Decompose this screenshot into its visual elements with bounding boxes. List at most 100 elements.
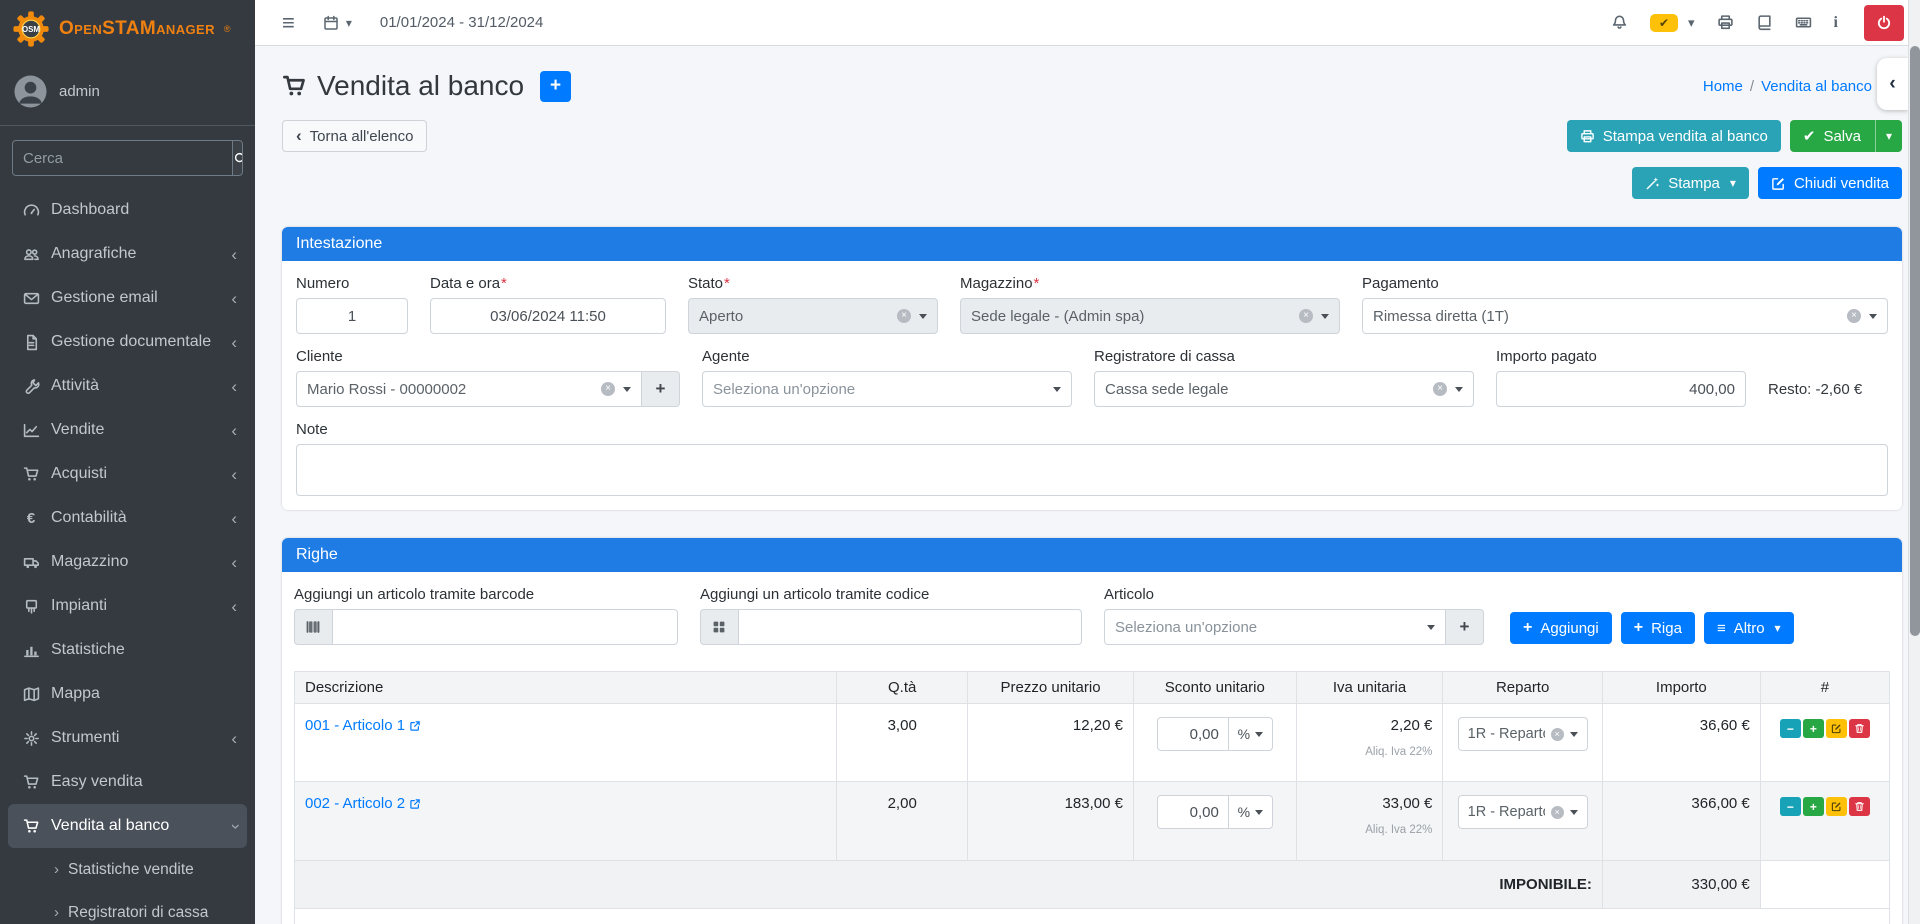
keyboard-icon[interactable]	[1795, 14, 1812, 31]
decrease-qty-button[interactable]: −	[1780, 719, 1801, 738]
clear-icon[interactable]: ×	[897, 309, 911, 323]
edit-row-button[interactable]	[1826, 719, 1847, 738]
clear-icon[interactable]: ×	[1551, 728, 1564, 741]
sidebar-item-gestione-documentale[interactable]: Gestione documentale ‹	[8, 320, 247, 364]
top-navbar: ≡ ▾ 01/01/2024 - 31/12/2024 ✔ ▾ i	[255, 0, 1920, 46]
calendar-picker[interactable]: ▾	[323, 15, 352, 31]
articolo-link[interactable]: 001 - Articolo 1	[305, 717, 421, 734]
reparto-select[interactable]: 1R - Reparto 1… ×	[1458, 795, 1588, 829]
sconto-tipo-dropdown[interactable]: %	[1229, 717, 1273, 751]
clear-icon[interactable]: ×	[601, 382, 615, 396]
page-scrollbar[interactable]	[1908, 0, 1920, 924]
add-cliente-button[interactable]: +	[642, 371, 680, 407]
user-panel[interactable]: admin	[0, 58, 255, 126]
sidebar-item-strumenti[interactable]: Strumenti ‹	[8, 716, 247, 760]
riga-button[interactable]: + Riga	[1621, 612, 1695, 644]
scrollbar-thumb[interactable]	[1910, 46, 1920, 636]
breadcrumb-current-link[interactable]: Vendita al banco	[1761, 78, 1872, 95]
caret-down-icon: ▾	[1775, 621, 1781, 635]
sidebar-item-dashboard[interactable]: Dashboard	[8, 188, 247, 232]
sidebar-item-acquisti[interactable]: Acquisti ‹	[8, 452, 247, 496]
sidebar-item-vendite[interactable]: Vendite ‹	[8, 408, 247, 452]
caret-down-icon[interactable]: ▾	[1688, 15, 1695, 31]
cart-icon	[282, 74, 307, 99]
sidebar-item-impianti[interactable]: Impianti ‹	[8, 584, 247, 628]
sidebar-item-gestione-email[interactable]: Gestione email ‹	[8, 276, 247, 320]
search-input[interactable]	[13, 141, 232, 175]
breadcrumb-home-link[interactable]: Home	[1703, 78, 1743, 95]
logout-power-button[interactable]	[1864, 5, 1904, 41]
codice-input[interactable]	[738, 609, 1082, 645]
sidebar-item-easy-vendita[interactable]: Easy vendita	[8, 760, 247, 804]
sidebar-item-registratori-di-cassa[interactable]: › Registratori di cassa	[8, 891, 247, 924]
sidebar-item-vendita-al-banco[interactable]: Vendita al banco ‹	[8, 804, 247, 848]
print-icon[interactable]	[1717, 14, 1734, 31]
book-icon[interactable]	[1756, 14, 1773, 31]
chevron-left-icon: ‹	[231, 466, 237, 483]
importo-value: 36,60 €	[1602, 704, 1760, 782]
pagamento-select[interactable]: Rimessa diretta (1T) ×	[1362, 298, 1888, 334]
status-check-badge[interactable]: ✔	[1650, 14, 1678, 32]
sidebar-item-statistiche-vendite[interactable]: › Statistiche vendite	[8, 848, 247, 891]
registratore-select[interactable]: Cassa sede legale ×	[1094, 371, 1474, 407]
aggiungi-button[interactable]: + Aggiungi	[1510, 612, 1612, 644]
sidebar-item-contabilita[interactable]: € Contabilità ‹	[8, 496, 247, 540]
table-header-row: Descrizione Q.tà Prezzo unitario Sconto …	[295, 672, 1890, 704]
stato-select[interactable]: Aperto ×	[688, 298, 938, 334]
add-articolo-button[interactable]: +	[1446, 609, 1484, 645]
articolo-link[interactable]: 002 - Articolo 2	[305, 795, 421, 812]
altro-button[interactable]: ≡ Altro ▾	[1704, 612, 1794, 644]
save-button[interactable]: ✔ Salva ▾	[1790, 120, 1902, 152]
print-dropdown-button[interactable]: Stampa ▾	[1632, 167, 1749, 199]
reparto-select[interactable]: 1R - Reparto 1… ×	[1458, 717, 1588, 751]
print-sale-button[interactable]: Stampa vendita al banco	[1567, 120, 1781, 152]
sidebar-item-mappa[interactable]: Mappa	[8, 672, 247, 716]
sconto-tipo-dropdown[interactable]: %	[1229, 795, 1273, 829]
sconto-input[interactable]	[1157, 795, 1229, 829]
save-dropdown-toggle[interactable]: ▾	[1875, 120, 1902, 152]
brand[interactable]: OSM OpenSTAManager ®	[0, 0, 255, 58]
imponibile-row: IMPONIBILE: 330,00 €	[295, 861, 1890, 909]
back-to-list-button[interactable]: ‹ Torna all'elenco	[282, 120, 427, 152]
new-record-button[interactable]: +	[540, 71, 571, 102]
magazzino-select[interactable]: Sede legale - (Admin spa) ×	[960, 298, 1340, 334]
cliente-select[interactable]: Mario Rossi - 00000002 ×	[296, 371, 642, 407]
clear-icon[interactable]: ×	[1433, 382, 1447, 396]
info-icon[interactable]: i	[1834, 14, 1838, 32]
date-range[interactable]: 01/01/2024 - 31/12/2024	[380, 14, 543, 31]
page-content: Vendita al banco + Home / Vendita al ban…	[255, 46, 1920, 924]
clear-icon[interactable]: ×	[1551, 806, 1564, 819]
search-icon[interactable]	[232, 141, 243, 175]
agente-select[interactable]: Seleziona un'opzione	[702, 371, 1072, 407]
delete-row-button[interactable]	[1849, 797, 1870, 816]
edit-row-button[interactable]	[1826, 797, 1847, 816]
increase-qty-button[interactable]: +	[1803, 797, 1824, 816]
hamburger-menu-icon[interactable]: ≡	[282, 12, 295, 34]
imponibile-label: IMPONIBILE:	[295, 861, 1603, 909]
iva-aliquota: Aliq. Iva 22%	[1307, 746, 1433, 758]
numero-input[interactable]	[296, 298, 408, 334]
articolo-select[interactable]: Seleziona un'opzione	[1104, 609, 1446, 645]
agente-label: Agente	[702, 348, 1072, 365]
bell-icon[interactable]	[1611, 14, 1628, 31]
clear-icon[interactable]: ×	[1847, 309, 1861, 323]
sidebar-item-magazzino[interactable]: Magazzino ‹	[8, 540, 247, 584]
grid-icon	[700, 609, 738, 645]
sconto-input[interactable]	[1157, 717, 1229, 751]
sidebar-item-anagrafiche[interactable]: Anagrafiche ‹	[8, 232, 247, 276]
increase-qty-button[interactable]: +	[1803, 719, 1824, 738]
importo-pagato-input[interactable]	[1496, 371, 1746, 407]
right-panel-toggle[interactable]: ‹	[1877, 58, 1908, 110]
document-icon	[18, 334, 44, 351]
sidebar-item-statistiche[interactable]: Statistiche	[8, 628, 247, 672]
close-sale-button[interactable]: Chiudi vendita	[1758, 167, 1902, 199]
barcode-input[interactable]	[332, 609, 678, 645]
delete-row-button[interactable]	[1849, 719, 1870, 738]
next-row-partial	[295, 909, 1890, 924]
sidebar-item-attivita[interactable]: Attività ‹	[8, 364, 247, 408]
dashboard-icon	[18, 202, 44, 219]
decrease-qty-button[interactable]: −	[1780, 797, 1801, 816]
clear-icon[interactable]: ×	[1299, 309, 1313, 323]
note-textarea[interactable]	[296, 444, 1888, 496]
data-ora-input[interactable]	[430, 298, 666, 334]
